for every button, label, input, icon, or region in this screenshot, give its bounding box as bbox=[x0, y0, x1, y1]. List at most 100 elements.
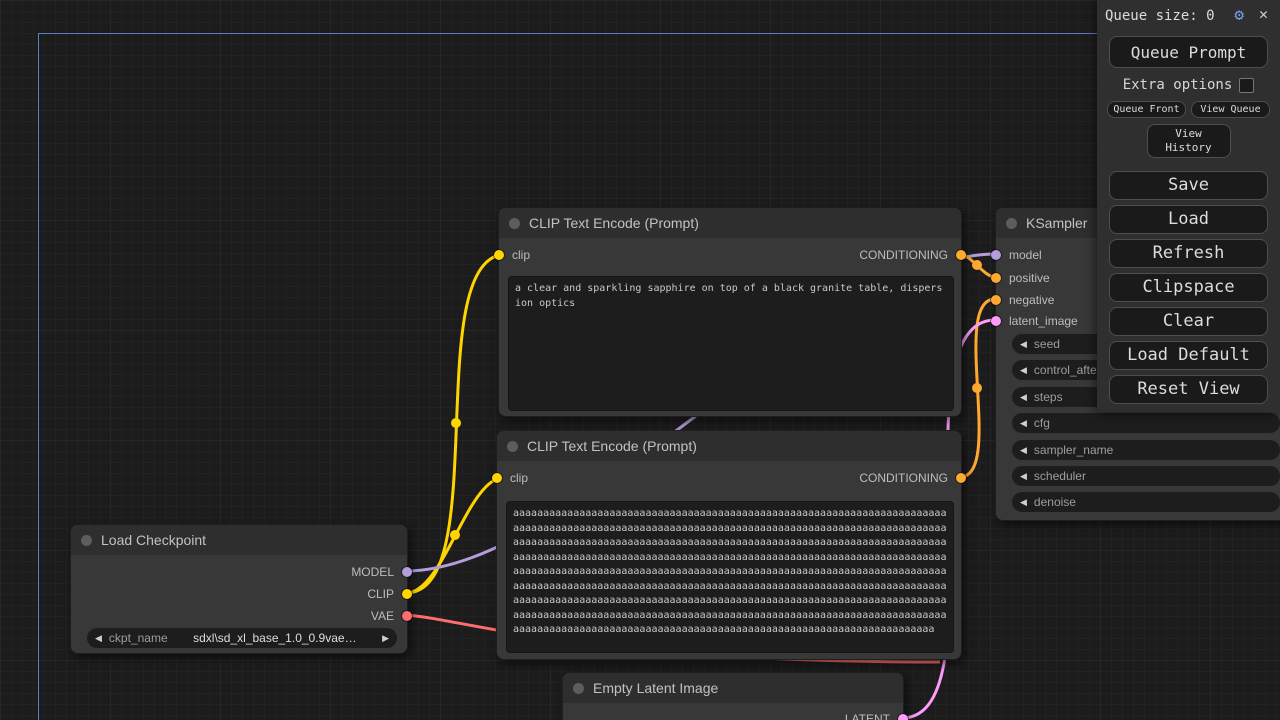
extra-options-label: Extra options bbox=[1123, 77, 1233, 93]
widget-left-arrow-icon[interactable]: ◀ bbox=[95, 634, 102, 643]
node-title: CLIP Text Encode (Prompt) bbox=[527, 438, 697, 454]
output-label: MODEL bbox=[351, 565, 394, 579]
conditioning-input-dot[interactable] bbox=[991, 295, 1001, 305]
output-slot-model[interactable]: MODEL bbox=[351, 562, 412, 582]
collapse-dot[interactable] bbox=[81, 535, 92, 546]
node-clip-text-encode-positive[interactable]: CLIP Text Encode (Prompt) clip CONDITION… bbox=[498, 207, 962, 417]
collapse-dot[interactable] bbox=[573, 683, 584, 694]
node-canvas[interactable]: CLIP Text Encode (Prompt) clip CONDITION… bbox=[0, 0, 1280, 720]
input-slot-latent-image[interactable]: latent_image bbox=[991, 311, 1078, 331]
node-load-checkpoint[interactable]: Load Checkpoint MODEL CLIP VAE ◀ ckpt_na… bbox=[70, 524, 408, 654]
queue-prompt-button[interactable]: Queue Prompt bbox=[1109, 36, 1268, 68]
output-label: CONDITIONING bbox=[859, 471, 948, 485]
collapse-dot[interactable] bbox=[1006, 218, 1017, 229]
input-slot-clip[interactable]: clip bbox=[492, 468, 528, 488]
extra-options-checkbox[interactable] bbox=[1239, 78, 1254, 93]
collapse-dot[interactable] bbox=[509, 218, 520, 229]
widget-cfg[interactable]: ◀ cfg bbox=[1012, 413, 1280, 433]
widget-label: sampler_name bbox=[1034, 443, 1113, 457]
input-label: clip bbox=[510, 471, 528, 485]
output-label: VAE bbox=[371, 609, 394, 623]
widget-label: scheduler bbox=[1034, 469, 1086, 483]
widget-left-arrow-icon[interactable]: ◀ bbox=[1020, 366, 1027, 375]
latent-input-dot[interactable] bbox=[991, 316, 1001, 326]
node-empty-latent-image[interactable]: Empty Latent Image LATENT bbox=[562, 672, 904, 720]
clip-input-dot[interactable] bbox=[492, 473, 502, 483]
input-label: model bbox=[1009, 248, 1042, 262]
queue-buttons-row: Queue Front View Queue bbox=[1107, 101, 1270, 118]
input-slot-model[interactable]: model bbox=[991, 245, 1042, 265]
widget-left-arrow-icon[interactable]: ◀ bbox=[1020, 340, 1027, 349]
settings-gear-icon[interactable]: ⚙ bbox=[1234, 7, 1244, 23]
output-slot-clip[interactable]: CLIP bbox=[367, 584, 412, 604]
extra-options-row: Extra options bbox=[1097, 77, 1280, 93]
widget-left-arrow-icon[interactable]: ◀ bbox=[1020, 472, 1027, 481]
clipspace-button[interactable]: Clipspace bbox=[1109, 273, 1268, 302]
load-button[interactable]: Load bbox=[1109, 205, 1268, 234]
node-title-bar[interactable]: Empty Latent Image bbox=[563, 673, 903, 703]
widget-left-arrow-icon[interactable]: ◀ bbox=[1020, 446, 1027, 455]
menu-actions: Save Load Refresh Clipspace Clear Load D… bbox=[1097, 171, 1280, 404]
node-title-bar[interactable]: CLIP Text Encode (Prompt) bbox=[497, 431, 961, 461]
refresh-button[interactable]: Refresh bbox=[1109, 239, 1268, 268]
node-title: Load Checkpoint bbox=[101, 532, 206, 548]
node-title: Empty Latent Image bbox=[593, 680, 718, 696]
input-label: latent_image bbox=[1009, 314, 1078, 328]
widget-value: sdxl\sd_xl_base_1.0_0.9vae… bbox=[175, 631, 375, 645]
input-label: clip bbox=[512, 248, 530, 262]
prompt-textarea[interactable]: a clear and sparkling sapphire on top of… bbox=[508, 276, 954, 411]
collapse-dot[interactable] bbox=[507, 441, 518, 452]
conditioning-input-dot[interactable] bbox=[991, 273, 1001, 283]
input-slot-clip[interactable]: clip bbox=[494, 245, 530, 265]
widget-right-arrow-icon[interactable]: ▶ bbox=[382, 634, 389, 643]
widget-sampler-name[interactable]: ◀ sampler_name bbox=[1012, 440, 1280, 460]
model-output-dot[interactable] bbox=[402, 567, 412, 577]
widget-scheduler[interactable]: ◀ scheduler bbox=[1012, 466, 1280, 486]
widget-label: cfg bbox=[1034, 416, 1050, 430]
input-slot-negative[interactable]: negative bbox=[991, 290, 1054, 310]
model-input-dot[interactable] bbox=[991, 250, 1001, 260]
output-slot-vae[interactable]: VAE bbox=[371, 606, 412, 626]
input-label: negative bbox=[1009, 293, 1054, 307]
widget-label: ckpt_name bbox=[109, 631, 168, 645]
widget-label: denoise bbox=[1034, 495, 1076, 509]
input-label: positive bbox=[1009, 271, 1050, 285]
queue-front-button[interactable]: Queue Front bbox=[1107, 101, 1186, 118]
view-history-button[interactable]: View History bbox=[1147, 124, 1231, 158]
output-slot-conditioning[interactable]: CONDITIONING bbox=[859, 245, 966, 265]
reset-view-button[interactable]: Reset View bbox=[1109, 375, 1268, 404]
prompt-textarea[interactable]: aaaaaaaaaaaaaaaaaaaaaaaaaaaaaaaaaaaaaaaa… bbox=[506, 501, 954, 653]
clear-button[interactable]: Clear bbox=[1109, 307, 1268, 336]
widget-ckpt-name[interactable]: ◀ ckpt_name sdxl\sd_xl_base_1.0_0.9vae… … bbox=[87, 628, 397, 648]
view-queue-button[interactable]: View Queue bbox=[1191, 101, 1270, 118]
output-label: CONDITIONING bbox=[859, 248, 948, 262]
conditioning-output-dot[interactable] bbox=[956, 473, 966, 483]
output-slot-latent[interactable]: LATENT bbox=[845, 709, 908, 720]
latent-output-dot[interactable] bbox=[898, 714, 908, 720]
clip-output-dot[interactable] bbox=[402, 589, 412, 599]
comfyui-app: CLIP Text Encode (Prompt) clip CONDITION… bbox=[0, 0, 1280, 720]
close-icon[interactable]: ✕ bbox=[1259, 7, 1268, 22]
save-button[interactable]: Save bbox=[1109, 171, 1268, 200]
widget-label: seed bbox=[1034, 337, 1060, 351]
queue-size-label: Queue size: 0 bbox=[1105, 8, 1215, 24]
widget-left-arrow-icon[interactable]: ◀ bbox=[1020, 419, 1027, 428]
comfy-menu: Queue size: 0 ⚙ ✕ Queue Prompt Extra opt… bbox=[1097, 0, 1280, 412]
node-title: KSampler bbox=[1026, 215, 1087, 231]
output-slot-conditioning[interactable]: CONDITIONING bbox=[859, 468, 966, 488]
menu-header: Queue size: 0 ⚙ ✕ bbox=[1097, 0, 1280, 30]
node-title-bar[interactable]: CLIP Text Encode (Prompt) bbox=[499, 208, 961, 238]
node-clip-text-encode-negative[interactable]: CLIP Text Encode (Prompt) clip CONDITION… bbox=[496, 430, 962, 660]
widget-left-arrow-icon[interactable]: ◀ bbox=[1020, 393, 1027, 402]
conditioning-output-dot[interactable] bbox=[956, 250, 966, 260]
vae-output-dot[interactable] bbox=[402, 611, 412, 621]
input-slot-positive[interactable]: positive bbox=[991, 268, 1050, 288]
widget-denoise[interactable]: ◀ denoise bbox=[1012, 492, 1280, 512]
clip-input-dot[interactable] bbox=[494, 250, 504, 260]
widget-label: steps bbox=[1034, 390, 1063, 404]
node-title-bar[interactable]: Load Checkpoint bbox=[71, 525, 407, 555]
widget-left-arrow-icon[interactable]: ◀ bbox=[1020, 498, 1027, 507]
output-label: CLIP bbox=[367, 587, 394, 601]
output-label: LATENT bbox=[845, 712, 890, 720]
load-default-button[interactable]: Load Default bbox=[1109, 341, 1268, 370]
